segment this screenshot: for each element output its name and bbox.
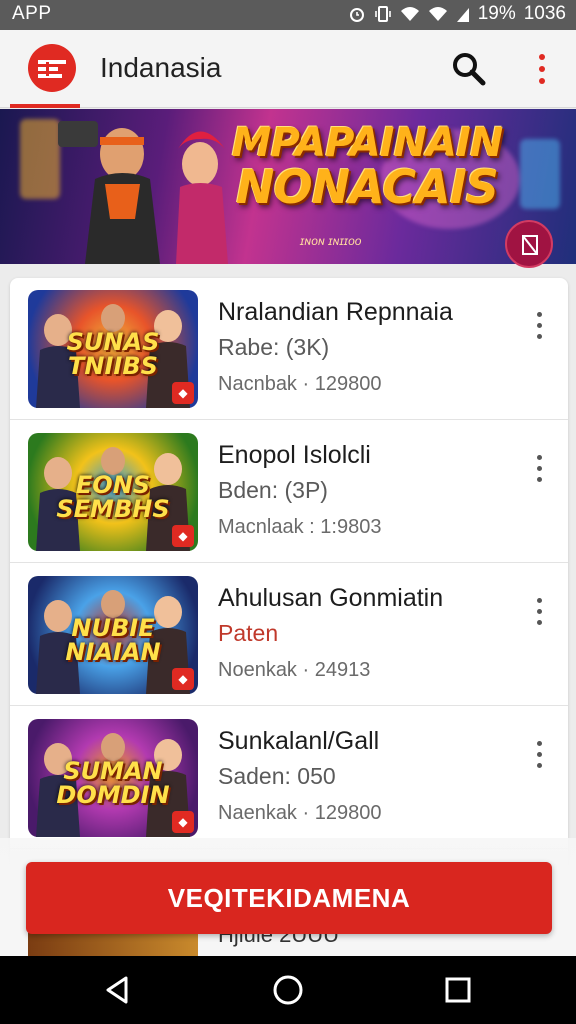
battery-level: 19% [477,3,516,24]
more-vert-icon [537,598,542,603]
game-list-item[interactable]: SUNAS TNIIBS ◆ Nralandian Repnnaia Rabe: (3… [10,278,568,420]
alarm-icon [349,8,364,22]
more-vert-icon [537,741,542,746]
more-vert-dot [537,752,542,757]
wifi-icon [400,7,419,21]
nav-home-button[interactable] [270,972,306,1008]
game-subtitle: Bden: (3P) [218,477,328,503]
more-vert-dot [537,763,542,768]
banner-title-line2: NONACAIS [236,159,499,214]
thumbnail-title: EONS SEMBHS [56,471,170,523]
logo-tab-indicator [10,104,80,108]
game-meta: Nacnbak · 129800 [218,373,382,395]
more-vert-icon [537,312,542,317]
banner-characters [58,121,228,264]
game-thumbnail[interactable]: NUBIE NIAIAN ◆ [28,576,198,694]
thumbnail-title: SUMAN DOMDIN [56,757,170,809]
wifi-signal-icon [428,7,447,21]
status-app-label: APP [12,3,52,24]
game-subtitle: Paten [218,620,279,646]
app-bar: Indanasia [0,30,576,108]
vibrate-icon [374,6,391,22]
more-vert-dot [537,323,542,328]
item-more-button[interactable] [530,451,550,485]
status-time: 1036 [523,3,566,24]
recents-icon [445,977,471,1003]
search-button[interactable] [450,50,488,88]
status-bar: APP 19% 1036 [0,0,576,30]
thumbnail-badge: ◆ [172,525,194,547]
nav-back-button[interactable] [100,972,136,1008]
game-meta: Noenkak · 24913 [218,659,371,681]
item-more-button[interactable] [530,594,550,628]
more-vert-dot [539,66,545,72]
game-list-item[interactable]: EONS SEMBHS ◆ Enopol Islolcli Bden: (3P) Mac… [10,421,568,563]
game-subtitle: Saden: 050 [218,763,336,789]
status-icons: 19% 1036 [348,3,566,25]
thumbnail-title: NUBIE NIAIAN [65,614,161,666]
app-logo[interactable] [28,44,76,92]
thumbnail-title: SUNAS TNIIBS [66,328,160,380]
primary-action-button[interactable]: VEQITEKIDAMENA [26,862,552,934]
nav-recents-button[interactable] [440,972,476,1008]
more-vert-icon [537,455,542,460]
banner-glow [520,139,560,209]
search-icon [453,53,486,86]
more-vert-dot [537,334,542,339]
game-title: Nralandian Repnnaia [218,298,453,326]
game-list-item[interactable]: NUBIE NIAIAN ◆ Ahulusan Gonmiatin Paten Noen… [10,564,568,706]
item-more-button[interactable] [530,737,550,771]
overflow-menu-button[interactable] [528,50,556,88]
game-thumbnail[interactable]: EONS SEMBHS ◆ [28,433,198,551]
more-vert-icon [539,54,545,60]
banner-bookmark-button[interactable] [505,220,553,268]
thumbnail-badge: ◆ [172,811,194,833]
ticket-icon [38,60,66,78]
game-title: Sunkalanl/Gall [218,727,380,755]
game-title: Enopol Islolcli [218,441,371,469]
home-icon [273,975,303,1005]
signal-icon [456,8,469,22]
game-subtitle: Rabe: (3K) [218,334,330,360]
more-vert-dot [537,620,542,625]
game-title: Ahulusan Gonmiatin [218,584,444,612]
banner-subtitle: ɪɴᴏɴ ɪɴɪɪᴏᴏ [300,234,362,248]
game-meta: Macnlaak : 1:9803 [218,516,382,538]
game-list-item[interactable]: SUMAN DOMDIN ◆ Sunkalanl/Gall Saden: 050 Nae… [10,707,568,849]
banner-title-line1: MPAPAINAIN [231,120,504,166]
phone-screen: APP 19% 1036 Indanasia MPAPAINAIN NONACA… [0,0,576,1024]
more-vert-dot [537,609,542,614]
game-thumbnail[interactable]: SUMAN DOMDIN ◆ [28,719,198,837]
game-thumbnail[interactable]: SUNAS TNIIBS ◆ [28,290,198,408]
back-icon [106,976,128,1004]
thumbnail-badge: ◆ [172,382,194,404]
banner-title: MPAPAINAIN NONACAIS [222,123,512,211]
bookmark-icon [522,235,538,255]
item-more-button[interactable] [530,308,550,342]
more-vert-dot [537,466,542,471]
app-title: Indanasia [100,52,222,83]
more-vert-dot [539,78,545,84]
promo-banner[interactable]: MPAPAINAIN NONACAIS ɪɴᴏɴ ɪɴɪɪᴏᴏ [0,109,576,264]
system-nav-bar [0,956,576,1024]
more-vert-dot [537,477,542,482]
game-meta: Naenkak · 129800 [218,802,382,824]
thumbnail-badge: ◆ [172,668,194,690]
